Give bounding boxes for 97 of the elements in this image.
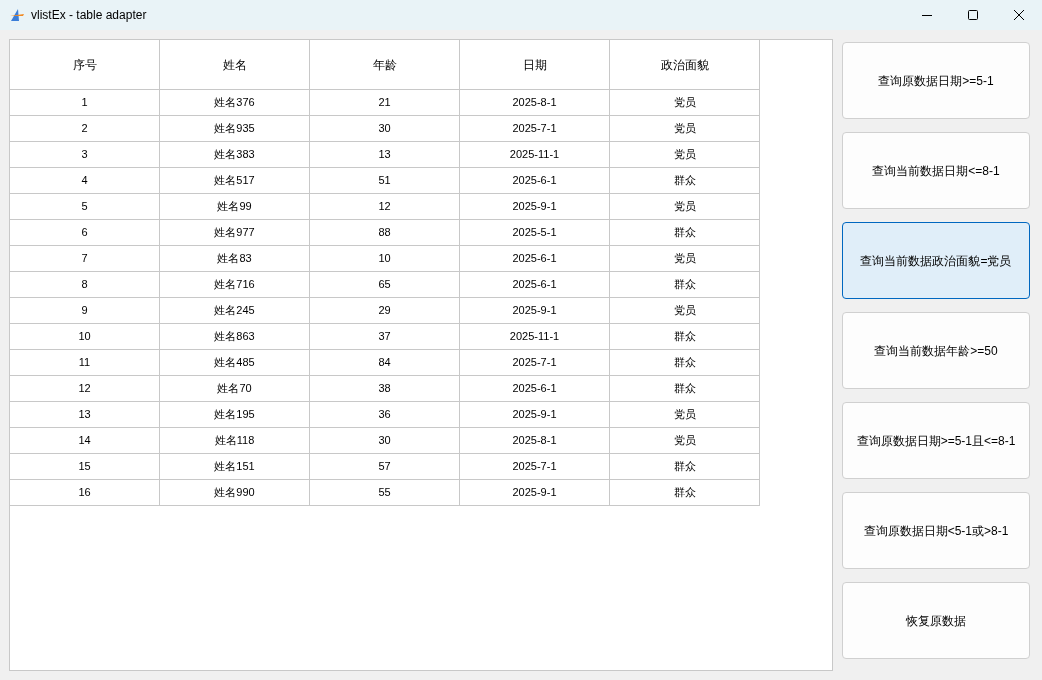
table-cell: 21 [310, 90, 460, 116]
table-cell: 群众 [610, 220, 760, 246]
query-button[interactable]: 查询原数据日期<5-1或>8-1 [842, 492, 1030, 569]
table-cell: 2025-6-1 [460, 246, 610, 272]
table-cell: 群众 [610, 168, 760, 194]
table-cell: 13 [310, 142, 460, 168]
table-cell: 2025-5-1 [460, 220, 610, 246]
table-cell: 16 [10, 480, 160, 506]
table-cell: 群众 [610, 272, 760, 298]
table-cell: 12 [10, 376, 160, 402]
table-cell: 党员 [610, 298, 760, 324]
table-cell: 2025-9-1 [460, 298, 610, 324]
table-cell: 党员 [610, 402, 760, 428]
table-cell: 30 [310, 116, 460, 142]
table-cell: 姓名716 [160, 272, 310, 298]
table-cell: 党员 [610, 246, 760, 272]
table-cell: 3 [10, 142, 160, 168]
table-cell: 姓名863 [160, 324, 310, 350]
table-cell: 14 [10, 428, 160, 454]
table-cell: 姓名383 [160, 142, 310, 168]
table-cell: 37 [310, 324, 460, 350]
close-icon [1014, 10, 1024, 20]
query-button[interactable]: 查询当前数据政治面貌=党员 [842, 222, 1030, 299]
table-cell: 姓名935 [160, 116, 310, 142]
table-cell: 84 [310, 350, 460, 376]
table-cell: 2025-6-1 [460, 168, 610, 194]
query-button[interactable]: 恢复原数据 [842, 582, 1030, 659]
table-cell: 2025-6-1 [460, 376, 610, 402]
table-cell: 8 [10, 272, 160, 298]
table-cell: 2025-11-1 [460, 324, 610, 350]
table-cell: 2 [10, 116, 160, 142]
table-cell: 姓名990 [160, 480, 310, 506]
table-cell: 88 [310, 220, 460, 246]
minimize-icon [922, 14, 932, 16]
table-cell: 2025-9-1 [460, 480, 610, 506]
table-cell: 姓名485 [160, 350, 310, 376]
table-cell: 57 [310, 454, 460, 480]
table-cell: 党员 [610, 116, 760, 142]
table-cell: 姓名70 [160, 376, 310, 402]
table-cell: 6 [10, 220, 160, 246]
column-header: 日期 [460, 40, 610, 90]
table-cell: 2025-11-1 [460, 142, 610, 168]
table-cell: 群众 [610, 350, 760, 376]
table-cell: 群众 [610, 480, 760, 506]
maximize-icon [968, 10, 978, 20]
table-cell: 2025-8-1 [460, 428, 610, 454]
table-cell: 13 [10, 402, 160, 428]
table-cell: 群众 [610, 376, 760, 402]
table-cell: 姓名118 [160, 428, 310, 454]
table-cell: 12 [310, 194, 460, 220]
table-cell: 2025-9-1 [460, 194, 610, 220]
table-cell: 姓名83 [160, 246, 310, 272]
table-cell: 38 [310, 376, 460, 402]
table-cell: 1 [10, 90, 160, 116]
table-cell: 7 [10, 246, 160, 272]
column-header: 政治面貌 [610, 40, 760, 90]
table-cell: 9 [10, 298, 160, 324]
table-cell: 姓名517 [160, 168, 310, 194]
table-cell: 2025-9-1 [460, 402, 610, 428]
table-cell: 36 [310, 402, 460, 428]
table-cell: 姓名195 [160, 402, 310, 428]
table-cell: 2025-7-1 [460, 454, 610, 480]
table-cell: 姓名977 [160, 220, 310, 246]
table-cell: 5 [10, 194, 160, 220]
table-cell: 55 [310, 480, 460, 506]
table-cell: 30 [310, 428, 460, 454]
table-cell: 2025-6-1 [460, 272, 610, 298]
query-button[interactable]: 查询原数据日期>=5-1 [842, 42, 1030, 119]
table-cell: 党员 [610, 142, 760, 168]
table-cell: 党员 [610, 428, 760, 454]
column-header: 年龄 [310, 40, 460, 90]
table-cell: 29 [310, 298, 460, 324]
query-button[interactable]: 查询当前数据年龄>=50 [842, 312, 1030, 389]
table-cell: 群众 [610, 324, 760, 350]
app-logo-icon [9, 7, 25, 23]
table-cell: 党员 [610, 90, 760, 116]
table-cell: 姓名99 [160, 194, 310, 220]
table-cell: 15 [10, 454, 160, 480]
table-cell: 4 [10, 168, 160, 194]
query-button[interactable]: 查询当前数据日期<=8-1 [842, 132, 1030, 209]
table-cell: 51 [310, 168, 460, 194]
table-cell: 11 [10, 350, 160, 376]
table-cell: 群众 [610, 454, 760, 480]
table-cell: 10 [10, 324, 160, 350]
column-header: 序号 [10, 40, 160, 90]
table-cell: 党员 [610, 194, 760, 220]
table-cell: 10 [310, 246, 460, 272]
table-cell: 姓名376 [160, 90, 310, 116]
table-cell: 2025-7-1 [460, 350, 610, 376]
table-cell: 姓名151 [160, 454, 310, 480]
query-button[interactable]: 查询原数据日期>=5-1且<=8-1 [842, 402, 1030, 479]
table-cell: 65 [310, 272, 460, 298]
table-cell: 2025-7-1 [460, 116, 610, 142]
window-title: vlistEx - table adapter [31, 7, 147, 24]
column-header: 姓名 [160, 40, 310, 90]
table-cell: 姓名245 [160, 298, 310, 324]
table-cell: 2025-8-1 [460, 90, 610, 116]
